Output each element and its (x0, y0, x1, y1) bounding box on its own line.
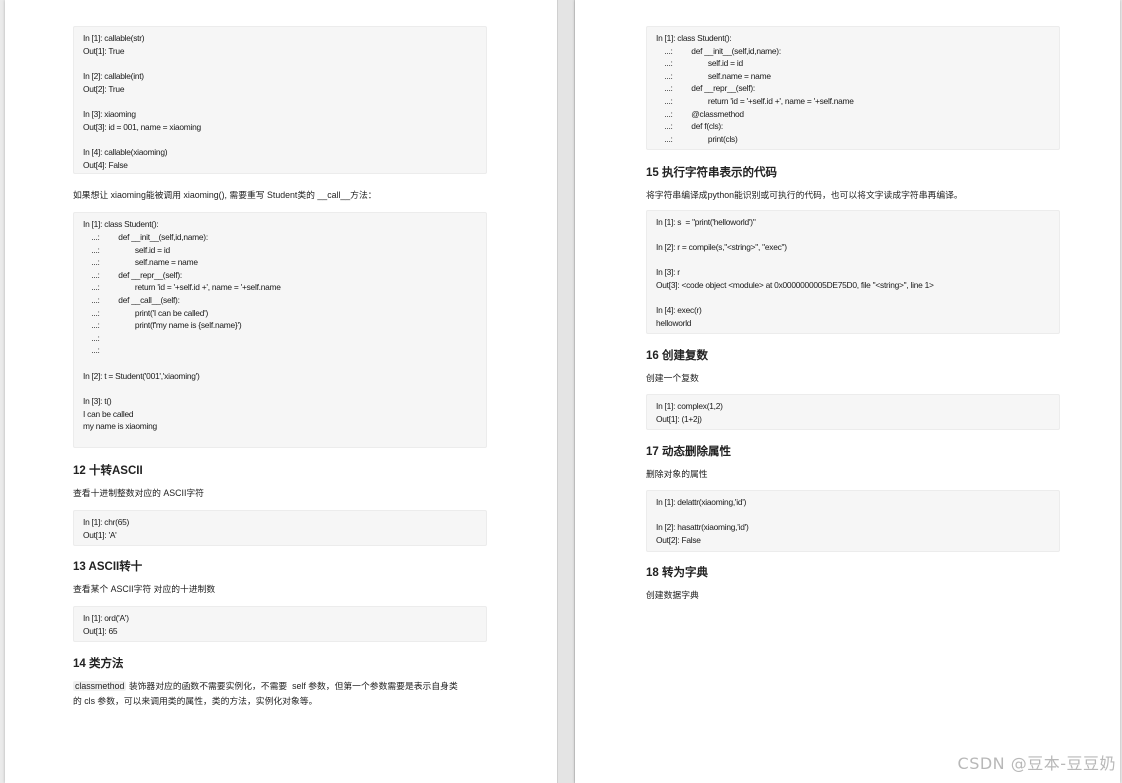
code-block-classmethod: In [1]: class Student(): ...: def __init… (646, 26, 1060, 150)
page-gap (557, 0, 575, 783)
inline-code-classmethod: classmethod (73, 681, 127, 691)
section-heading-18: 18 转为字典 (646, 567, 708, 579)
code-line: ...: self.name = name (656, 71, 771, 81)
watermark: CSDN @豆本-豆豆奶 (957, 754, 1116, 773)
code-line: ...: def __repr__(self): (656, 83, 755, 93)
section-heading-14: 14 类方法 (73, 658, 124, 670)
paragraph-13: 查看某个 ASCII字符 对应的十进制数 (73, 584, 216, 594)
code-line: In [1]: s = "print('helloworld')" (656, 217, 756, 227)
section-heading-12: 12 十转ASCII (73, 465, 143, 477)
code-line: ...: def f(cls): (656, 121, 723, 131)
code-line: In [4]: exec(r) (656, 305, 702, 315)
section-heading-17: 17 动态删除属性 (646, 446, 731, 458)
code-line: Out[1]: (1+2j) (656, 414, 702, 424)
code-block-chr: In [1]: chr(65) Out[1]: 'A' (73, 510, 487, 546)
code-line: In [3]: r (656, 267, 680, 277)
code-line: ...: def __repr__(self): (83, 270, 182, 280)
code-line: In [1]: class Student(): (83, 219, 159, 229)
code-line: In [1]: chr(65) (83, 517, 130, 527)
code-line: ...: @classmethod (656, 109, 744, 119)
code-line: ...: def __call__(self): (83, 295, 180, 305)
code-line: ...: (83, 345, 100, 355)
code-line: ...: (83, 333, 100, 343)
code-line: In [3]: xiaoming (83, 109, 136, 119)
code-line: Out[1]: True (83, 46, 125, 56)
section-heading-13: 13 ASCII转十 (73, 561, 143, 573)
code-line: Out[2]: False (656, 535, 701, 545)
paragraph-15: 将字符串编译成python能识别或可执行的代码，也可以将文字读成字符串再编译。 (646, 190, 963, 200)
paragraph-18: 创建数据字典 (646, 590, 699, 600)
code-block-callable: In [1]: callable(str) Out[1]: True In [2… (73, 26, 487, 174)
section-heading-15: 15 执行字符串表示的代码 (646, 167, 777, 179)
code-block-delattr: In [1]: delattr(xiaoming,'id') In [2]: h… (646, 490, 1060, 552)
code-line: In [1]: delattr(xiaoming,'id') (656, 497, 747, 507)
code-line: In [1]: callable(str) (83, 33, 145, 43)
code-block-student-call: In [1]: class Student(): ...: def __init… (73, 212, 487, 448)
code-line: helloworld (656, 318, 692, 328)
code-block-complex: In [1]: complex(1,2) Out[1]: (1+2j) (646, 394, 1060, 430)
code-line: In [1]: ord('A') (83, 613, 129, 623)
paragraph-16: 创建一个复数 (646, 373, 699, 383)
paragraph-14-line1: classmethod 装饰器对应的函数不需要实例化，不需要 self 参数，但… (73, 679, 458, 693)
paragraph-call-method: 如果想让 xiaoming能被调用 xiaoming(), 需要重写 Stude… (73, 190, 377, 200)
code-block-compile: In [1]: s = "print('helloworld')" In [2]… (646, 210, 1060, 334)
code-line: ...: def __init__(self,id,name): (83, 232, 208, 242)
paragraph-12: 查看十进制整数对应的 ASCII字符 (73, 488, 204, 498)
code-line: Out[4]: False (83, 160, 128, 170)
paragraph-17: 删除对象的属性 (646, 469, 708, 479)
code-line: ...: print(f'my name is {self.name}') (83, 320, 242, 330)
code-line: ...: print('I can be called') (83, 308, 208, 318)
code-line: ...: return 'id = '+self.id +', name = '… (83, 282, 281, 292)
code-line: Out[1]: 'A' (83, 530, 117, 540)
code-line: Out[1]: 65 (83, 626, 118, 636)
paragraph-14-line2: 的 cls 参数，可以来调用类的属性，类的方法，实例化对象等。 (73, 696, 318, 706)
code-line: Out[3]: id = 001, name = xiaoming (83, 122, 201, 132)
code-line: In [4]: callable(xiaoming) (83, 147, 168, 157)
code-line: ...: self.id = id (83, 245, 170, 255)
document-page-right: In [1]: class Student(): ...: def __init… (575, 0, 1120, 783)
code-block-ord: In [1]: ord('A') Out[1]: 65 (73, 606, 487, 642)
code-line: Out[3]: <code object <module> at 0x00000… (656, 280, 934, 290)
paragraph-14-text: 装饰器对应的函数不需要实例化，不需要 self 参数，但第一个参数需要是表示自身… (126, 681, 458, 691)
code-line: my name is xiaoming (83, 421, 157, 431)
code-line: In [2]: hasattr(xiaoming,'id') (656, 522, 749, 532)
code-line: In [2]: callable(int) (83, 71, 144, 81)
code-line: In [3]: t() (83, 396, 112, 406)
code-line: Out[2]: True (83, 84, 125, 94)
code-line: In [2]: r = compile(s,"<string>", "exec"… (656, 242, 787, 252)
code-line: ...: return 'id = '+self.id +', name = '… (656, 96, 854, 106)
document-page-left: In [1]: callable(str) Out[1]: True In [2… (5, 0, 557, 783)
code-line: In [1]: class Student(): (656, 33, 732, 43)
code-line: I can be called (83, 409, 134, 419)
code-line: ...: def __init__(self,id,name): (656, 46, 781, 56)
section-heading-16: 16 创建复数 (646, 350, 708, 362)
code-line: ...: self.id = id (656, 58, 743, 68)
code-line: In [2]: t = Student('001','xiaoming') (83, 371, 200, 381)
code-line: In [1]: complex(1,2) (656, 401, 723, 411)
code-line: ...: print(cls) (656, 134, 738, 144)
code-line: ...: self.name = name (83, 257, 198, 267)
